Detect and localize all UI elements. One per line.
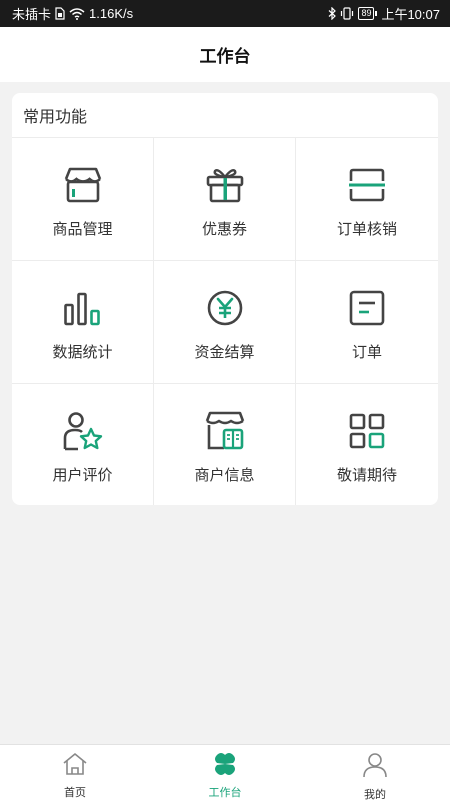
order-verification-button[interactable]: 订单核销 [296,138,438,261]
function-label: 优惠券 [201,221,247,238]
home-icon [62,752,88,781]
section-title: 常用功能 [12,93,438,138]
page-header: 工作台 [0,27,450,82]
function-label: 敬请期待 [336,467,397,484]
workbench-icon [213,752,237,781]
order-button[interactable]: 订单 [296,261,438,384]
wifi-icon [69,7,85,20]
page-title: 工作台 [199,47,251,66]
yen-icon [204,287,246,329]
scan-icon [346,164,388,206]
tab-home[interactable]: 首页 [0,745,150,800]
user-icon [362,752,388,783]
function-label: 资金结算 [194,344,255,361]
function-label: 商户信息 [194,467,255,484]
function-label: 商品管理 [52,221,113,238]
data-statistics-button[interactable]: 数据统计 [12,261,154,384]
bottom-tab-bar: 首页 工作台 我的 [0,744,450,800]
gift-icon [204,164,246,206]
battery-icon: 89 [358,7,378,20]
coupon-button[interactable]: 优惠券 [154,138,296,261]
carrier-text: 未插卡 [12,7,52,22]
bluetooth-icon [328,7,337,20]
network-speed: 1.16K/s [89,6,134,21]
user-star-icon [62,410,104,452]
grid-icon [346,410,388,452]
tab-workbench[interactable]: 工作台 [150,745,300,800]
fund-settlement-button[interactable]: 资金结算 [154,261,296,384]
common-functions-card: 常用功能 商品管理 优惠券 订单核销 数据统计 资金结算 订单 用户评价 商户信… [12,93,438,505]
battery-level: 89 [358,7,375,20]
tab-workbench-label: 工作台 [208,787,242,799]
merchant-info-button[interactable]: 商户信息 [154,384,296,505]
store-icon [62,164,104,206]
function-grid: 商品管理 优惠券 订单核销 数据统计 资金结算 订单 用户评价 商户信息 敬请期… [12,138,438,505]
order-icon [346,287,388,329]
function-label: 数据统计 [52,344,113,361]
sim-icon [55,7,65,20]
function-label: 用户评价 [52,467,113,484]
merchant-icon [204,410,246,452]
function-label: 订单核销 [336,221,397,238]
bar-chart-icon [62,287,104,329]
status-bar: 未插卡 1.16K/s 89 上午10:07 [0,0,450,27]
tab-home-label: 首页 [64,787,86,799]
product-management-button[interactable]: 商品管理 [12,138,154,261]
user-reviews-button[interactable]: 用户评价 [12,384,154,505]
function-label: 订单 [351,344,382,361]
clock: 上午10:07 [381,7,440,22]
coming-soon-button[interactable]: 敬请期待 [296,384,438,505]
vibrate-icon [340,7,354,20]
tab-mine[interactable]: 我的 [300,745,450,800]
tab-mine-label: 我的 [364,789,386,800]
